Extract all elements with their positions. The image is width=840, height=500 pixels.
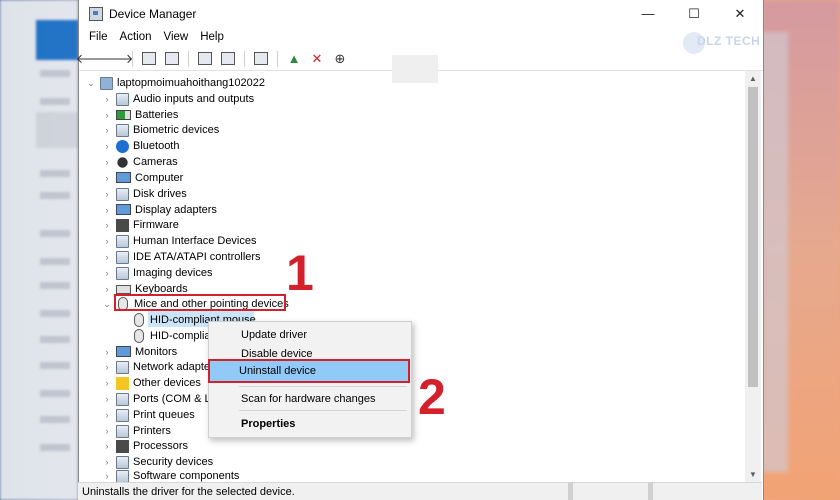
tree-item[interactable]: › Display adapters <box>102 202 217 218</box>
title-bar: Device Manager — ☐ ✕ <box>79 0 763 27</box>
properties-icon[interactable] <box>162 50 182 68</box>
tree-item[interactable]: › Print queues <box>102 407 195 423</box>
window-title: Device Manager <box>109 6 197 21</box>
processor-icon <box>116 439 129 453</box>
tree-item[interactable]: › Security devices <box>102 454 213 470</box>
tree-item[interactable]: › Human Interface Devices <box>102 233 257 249</box>
software-icon <box>116 470 129 482</box>
forward-icon[interactable]: 🡒 <box>99 50 134 68</box>
disk-icon <box>116 187 129 201</box>
tree-item[interactable]: › Processors <box>102 438 188 454</box>
mouse-icon <box>134 329 144 343</box>
keyboard-icon <box>116 284 131 294</box>
security-icon <box>116 455 129 469</box>
uninstall-icon[interactable]: ✕ <box>307 50 327 68</box>
step-2-annotation: 2 <box>418 369 446 425</box>
tree-item[interactable]: › Software components <box>102 470 239 482</box>
bluetooth-icon <box>116 139 129 153</box>
context-properties[interactable]: Properties <box>211 414 409 434</box>
menu-file[interactable]: File <box>83 31 114 43</box>
highlight-box-uninstall <box>208 359 410 383</box>
tree-item[interactable]: › Batteries <box>102 107 179 123</box>
device-manager-icon <box>89 6 103 21</box>
tree-item[interactable]: › Other devices <box>102 375 201 391</box>
menu-action[interactable]: Action <box>114 31 158 43</box>
computer-icon <box>116 171 131 183</box>
display-icon <box>116 203 131 215</box>
highlight-box-mice <box>114 294 286 311</box>
tree-item[interactable]: › Printers <box>102 423 171 439</box>
port-icon <box>116 392 129 406</box>
minimize-button[interactable]: — <box>625 0 671 27</box>
battery-icon <box>116 110 131 120</box>
tree-item[interactable]: › Imaging devices <box>102 265 213 281</box>
status-bar: Uninstalls the driver for the selected d… <box>78 482 762 500</box>
update-driver-icon[interactable]: ▲ <box>284 50 304 68</box>
scroll-thumb[interactable] <box>748 87 758 387</box>
tree-item[interactable]: › Computer <box>102 170 183 186</box>
scan-hardware-icon[interactable] <box>251 50 271 68</box>
tree-item[interactable]: › Biometric devices <box>102 122 219 138</box>
print-queue-icon <box>116 408 129 422</box>
tree-item[interactable]: › Bluetooth <box>102 138 179 154</box>
help-icon[interactable] <box>195 50 215 68</box>
step-1-annotation: 1 <box>286 245 314 301</box>
speaker-icon <box>116 92 129 106</box>
watermark-logo: DLZ TECH <box>697 34 761 48</box>
tree-item[interactable]: › Network adapte <box>102 359 210 375</box>
context-scan-hardware[interactable]: Scan for hardware changes <box>211 389 409 409</box>
tree-item-hid-mouse-2[interactable]: HID-complia <box>132 328 211 344</box>
camera-icon <box>117 156 128 168</box>
menu-bar: File Action View Help <box>79 27 763 47</box>
tree-item[interactable]: › Firmware <box>102 217 179 233</box>
fingerprint-icon <box>116 123 129 137</box>
warning-icon <box>116 376 129 390</box>
context-update-driver[interactable]: Update driver <box>211 325 409 345</box>
network-icon <box>116 360 129 374</box>
background-wallpaper <box>762 0 840 500</box>
tree-item[interactable]: › IDE ATA/ATAPI controllers <box>102 249 261 265</box>
hid-icon <box>116 234 129 248</box>
imaging-icon <box>116 266 129 280</box>
mouse-icon <box>134 313 144 327</box>
tree-root[interactable]: ⌄ laptopmoimuahoithang102022 <box>86 75 265 91</box>
tree-item[interactable]: › Audio inputs and outputs <box>102 91 254 107</box>
firmware-icon <box>116 218 129 232</box>
background-app <box>0 0 78 500</box>
monitor-icon <box>116 345 131 357</box>
vertical-scrollbar[interactable]: ▲ ▼ <box>745 71 761 483</box>
download-icon[interactable]: ⊕ <box>330 50 350 68</box>
close-button[interactable]: ✕ <box>717 0 763 27</box>
action-pane-icon[interactable] <box>218 50 238 68</box>
ide-icon <box>116 250 129 264</box>
maximize-button[interactable]: ☐ <box>671 0 717 27</box>
scroll-down-icon[interactable]: ▼ <box>745 467 761 483</box>
tree-item[interactable]: › Monitors <box>102 344 177 360</box>
scroll-up-icon[interactable]: ▲ <box>745 71 761 87</box>
tree-item[interactable]: › Cameras <box>102 154 178 170</box>
status-text: Uninstalls the driver for the selected d… <box>82 485 295 498</box>
menu-view[interactable]: View <box>158 31 195 43</box>
tree-item[interactable]: › Disk drives <box>102 186 187 202</box>
placeholder-box <box>392 55 438 83</box>
show-hide-tree-icon[interactable] <box>139 50 159 68</box>
printer-icon <box>116 424 129 438</box>
menu-help[interactable]: Help <box>194 31 230 43</box>
tree-item[interactable]: › Ports (COM & LP <box>102 391 218 407</box>
